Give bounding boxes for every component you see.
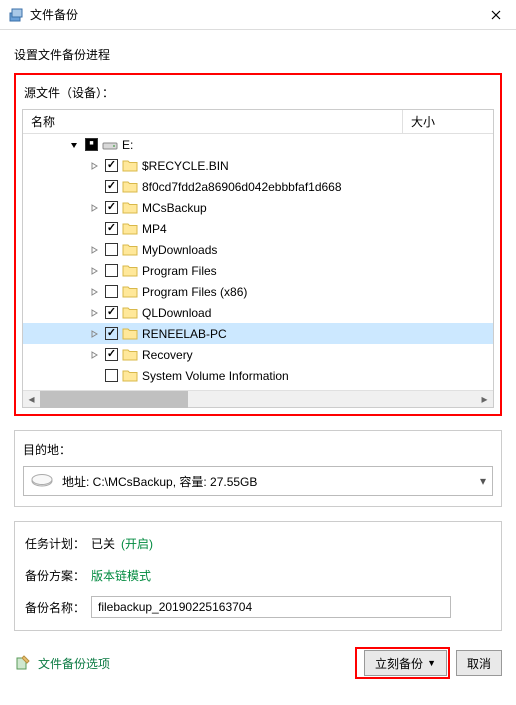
tree-row[interactable]: RENEELAB-PC	[23, 323, 493, 344]
dialog-content: 设置文件备份进程 源文件（设备）： 名称 大小 E: $RECYCLE.BIN 8…	[0, 30, 516, 691]
tree-row[interactable]: $RECYCLE.BIN	[23, 155, 493, 176]
expand-icon[interactable]	[87, 159, 101, 173]
folder-icon	[122, 285, 138, 299]
cancel-button[interactable]: 取消	[456, 650, 502, 676]
tree-item-label: 8f0cd7fdd2a86906d042ebbbfaf1d668	[142, 180, 342, 194]
backup-scheme-link[interactable]: 版本链模式	[91, 567, 151, 584]
tree-row[interactable]: Recovery	[23, 344, 493, 365]
options-icon	[14, 654, 32, 672]
expand-icon[interactable]	[87, 201, 101, 215]
checkbox[interactable]	[105, 348, 118, 361]
scroll-left-arrow[interactable]: ◂	[23, 391, 40, 408]
task-plan-toggle-link[interactable]: (开启)	[121, 535, 153, 552]
backup-scheme-label: 备份方案：	[25, 567, 91, 584]
expand-icon[interactable]	[87, 264, 101, 278]
column-size[interactable]: 大小	[403, 110, 493, 133]
tree-item-label: RENEELAB-PC	[142, 327, 227, 341]
drive-icon	[102, 138, 118, 152]
expand-icon[interactable]	[87, 348, 101, 362]
expand-icon[interactable]	[87, 285, 101, 299]
checkbox[interactable]	[105, 369, 118, 382]
backup-name-label: 备份名称：	[25, 599, 91, 616]
source-label: 源文件（设备）：	[22, 80, 494, 109]
tree-item-label: $RECYCLE.BIN	[142, 159, 229, 173]
task-plan-label: 任务计划：	[25, 535, 91, 552]
folder-icon	[122, 180, 138, 194]
window-title: 文件备份	[30, 6, 476, 23]
expand-icon[interactable]	[87, 327, 101, 341]
tree-root-row[interactable]: E:	[23, 134, 493, 155]
tree-body[interactable]: E: $RECYCLE.BIN 8f0cd7fdd2a86906d042ebbbf…	[23, 134, 493, 390]
checkbox[interactable]	[105, 306, 118, 319]
column-name[interactable]: 名称	[23, 110, 403, 133]
tree-item-label: QLDownload	[142, 306, 211, 320]
source-section: 源文件（设备）： 名称 大小 E: $RECYCLE.BIN 8f0cd7fdd2…	[14, 73, 502, 416]
tree-row[interactable]: MyDownloads	[23, 239, 493, 260]
tree-row[interactable]: 8f0cd7fdd2a86906d042ebbbfaf1d668	[23, 176, 493, 197]
chevron-down-icon: ▾	[480, 474, 486, 488]
checkbox[interactable]	[105, 201, 118, 214]
task-plan-value: 已关	[91, 535, 115, 552]
page-title: 设置文件备份进程	[14, 46, 502, 63]
footer: 文件备份选项 立刻备份 ▼ 取消	[14, 643, 502, 679]
checkbox[interactable]	[105, 243, 118, 256]
close-button[interactable]	[476, 0, 516, 30]
checkbox[interactable]	[105, 180, 118, 193]
expand-icon[interactable]	[87, 306, 101, 320]
checkbox[interactable]	[105, 159, 118, 172]
tree-item-label: System Volume Information	[142, 369, 289, 383]
folder-icon	[122, 201, 138, 215]
file-tree: 名称 大小 E: $RECYCLE.BIN 8f0cd7fdd2a86906d04…	[22, 109, 494, 408]
disk-icon	[30, 472, 54, 490]
backup-now-highlight: 立刻备份 ▼	[355, 647, 450, 679]
destination-text: 地址: C:\MCsBackup, 容量: 27.55GB	[62, 473, 480, 490]
tree-item-label: Program Files	[142, 264, 217, 278]
tree-root-label: E:	[122, 138, 133, 152]
tree-item-label: MP4	[142, 222, 167, 236]
folder-icon	[122, 159, 138, 173]
backup-now-label: 立刻备份	[375, 655, 423, 672]
tree-row[interactable]: Program Files	[23, 260, 493, 281]
tree-row[interactable]: MP4	[23, 218, 493, 239]
titlebar: 文件备份	[0, 0, 516, 30]
checkbox[interactable]	[105, 264, 118, 277]
folder-icon	[122, 306, 138, 320]
folder-icon	[122, 264, 138, 278]
expand-icon[interactable]	[87, 243, 101, 257]
tree-item-label: MCsBackup	[142, 201, 207, 215]
destination-section: 目的地： 地址: C:\MCsBackup, 容量: 27.55GB ▾	[14, 430, 502, 507]
tree-header: 名称 大小	[23, 110, 493, 134]
plan-section: 任务计划： 已关 (开启) 备份方案： 版本链模式 备份名称：	[14, 521, 502, 631]
tree-item-label: Program Files (x86)	[142, 285, 247, 299]
checkbox[interactable]	[105, 222, 118, 235]
tree-row[interactable]: System Volume Information	[23, 365, 493, 386]
tree-item-label: MyDownloads	[142, 243, 217, 257]
folder-icon	[122, 243, 138, 257]
checkbox[interactable]	[105, 327, 118, 340]
tree-row[interactable]: MCsBackup	[23, 197, 493, 218]
checkbox[interactable]	[105, 285, 118, 298]
app-icon	[8, 7, 24, 23]
folder-icon	[122, 222, 138, 236]
destination-label: 目的地：	[23, 439, 493, 466]
folder-icon	[122, 348, 138, 362]
folder-icon	[122, 369, 138, 383]
scroll-track[interactable]	[40, 391, 476, 408]
scroll-thumb[interactable]	[40, 391, 188, 408]
horizontal-scrollbar[interactable]: ◂ ▸	[23, 390, 493, 407]
backup-options-link[interactable]: 文件备份选项	[38, 655, 110, 672]
tree-row[interactable]: Program Files (x86)	[23, 281, 493, 302]
folder-icon	[122, 327, 138, 341]
destination-dropdown[interactable]: 地址: C:\MCsBackup, 容量: 27.55GB ▾	[23, 466, 493, 496]
backup-now-button[interactable]: 立刻备份 ▼	[364, 650, 447, 676]
tree-row[interactable]: QLDownload	[23, 302, 493, 323]
scroll-right-arrow[interactable]: ▸	[476, 391, 493, 408]
collapse-icon[interactable]	[67, 138, 81, 152]
backup-name-input[interactable]	[91, 596, 451, 618]
caret-down-icon: ▼	[427, 658, 436, 668]
tree-item-label: Recovery	[142, 348, 193, 362]
checkbox-mixed[interactable]	[85, 138, 98, 151]
